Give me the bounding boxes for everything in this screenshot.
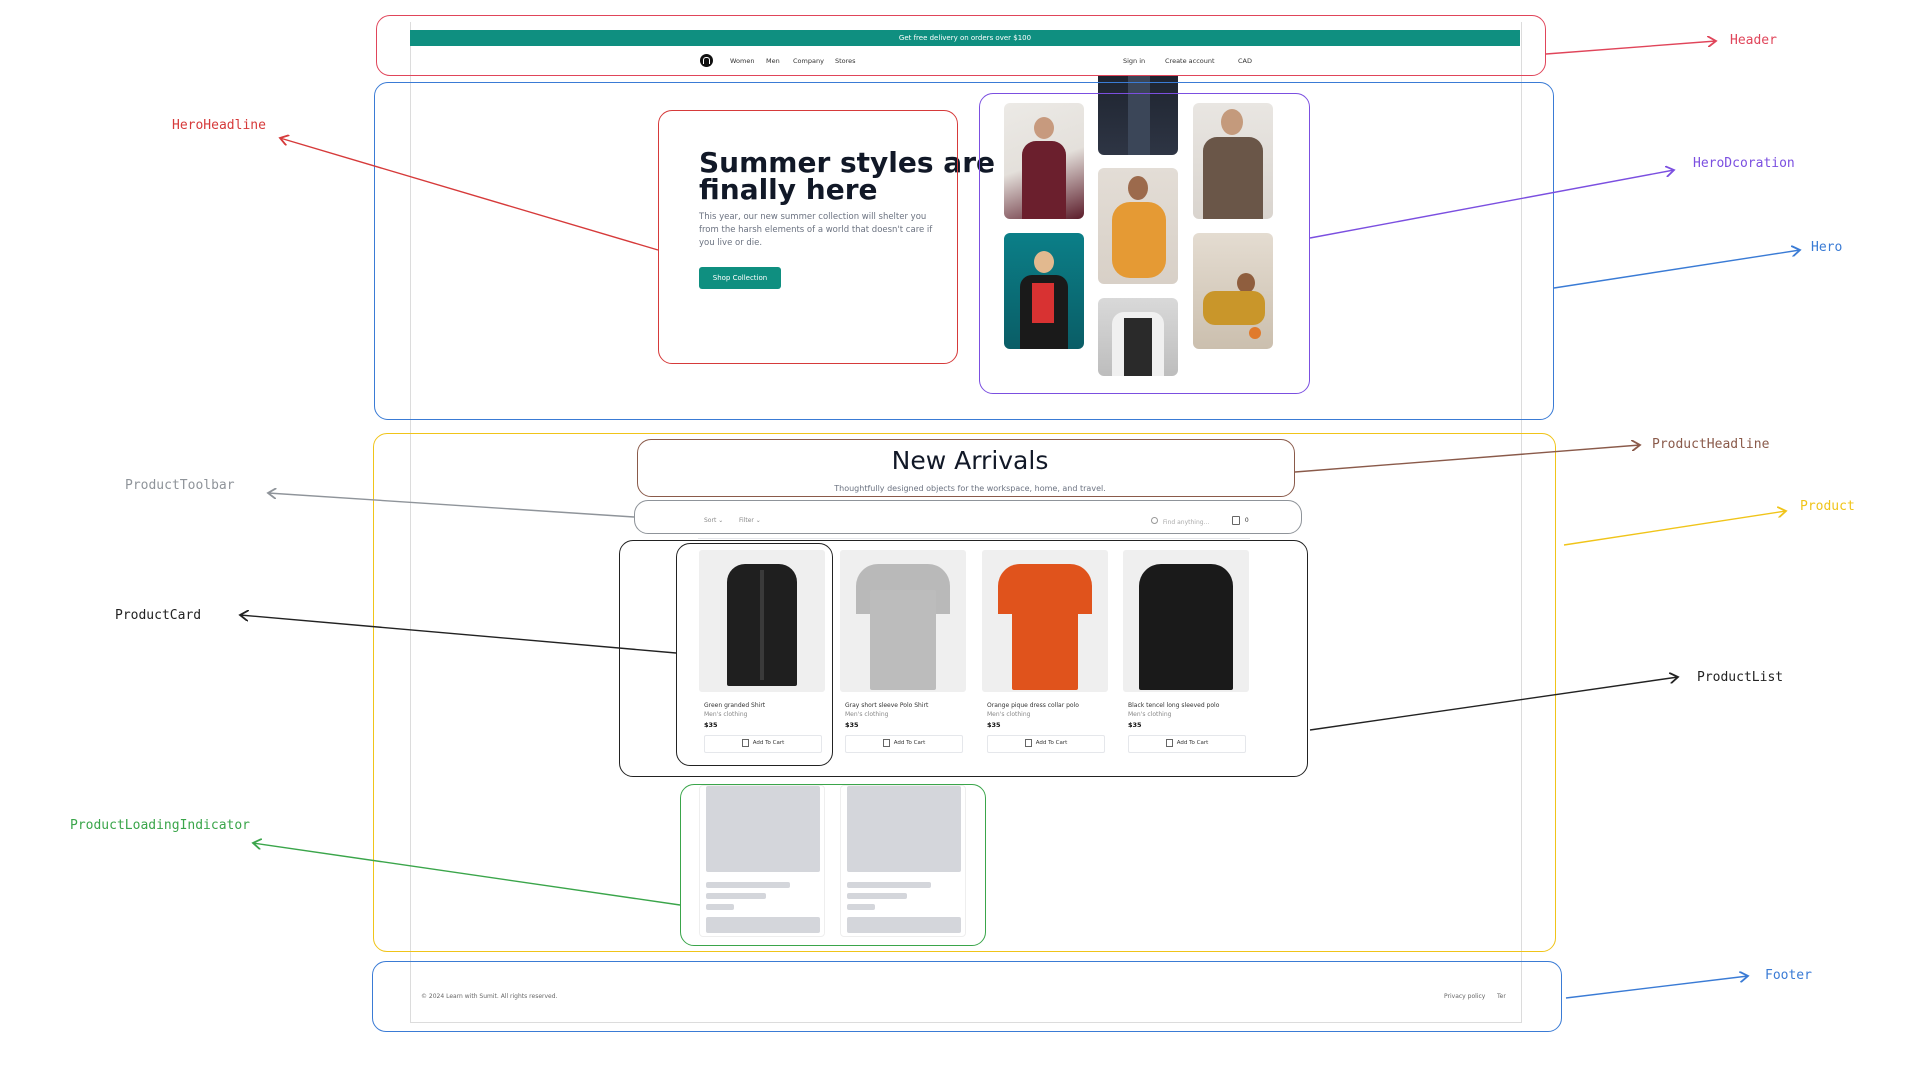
label-product: Product (1800, 499, 1855, 514)
label-hero: Hero (1811, 240, 1843, 255)
label-product-headline: ProductHeadline (1652, 437, 1770, 452)
label-hero-decoration: HeroDcoration (1693, 156, 1795, 171)
region-header (376, 15, 1546, 76)
label-product-toolbar: ProductToolbar (125, 478, 235, 493)
arrow-hero (1553, 250, 1800, 289)
arrow-footer (1565, 976, 1748, 999)
region-product-toolbar (634, 500, 1302, 534)
region-hero-decoration (979, 93, 1310, 394)
region-hero-headline (658, 110, 958, 364)
region-product-loading-indicator (680, 784, 986, 946)
arrow-header (1545, 41, 1716, 55)
region-hero (374, 82, 1554, 420)
region-product-card (676, 543, 833, 766)
label-header: Header (1730, 33, 1777, 48)
label-product-loading-indicator: ProductLoadingIndicator (70, 818, 251, 833)
label-hero-headline: HeroHeadline (172, 118, 266, 133)
label-footer: Footer (1765, 968, 1812, 983)
region-product-headline (637, 439, 1295, 497)
arrow-product (1563, 511, 1786, 546)
label-product-card: ProductCard (115, 608, 202, 623)
label-product-list: ProductList (1697, 670, 1784, 685)
region-footer (372, 961, 1562, 1032)
